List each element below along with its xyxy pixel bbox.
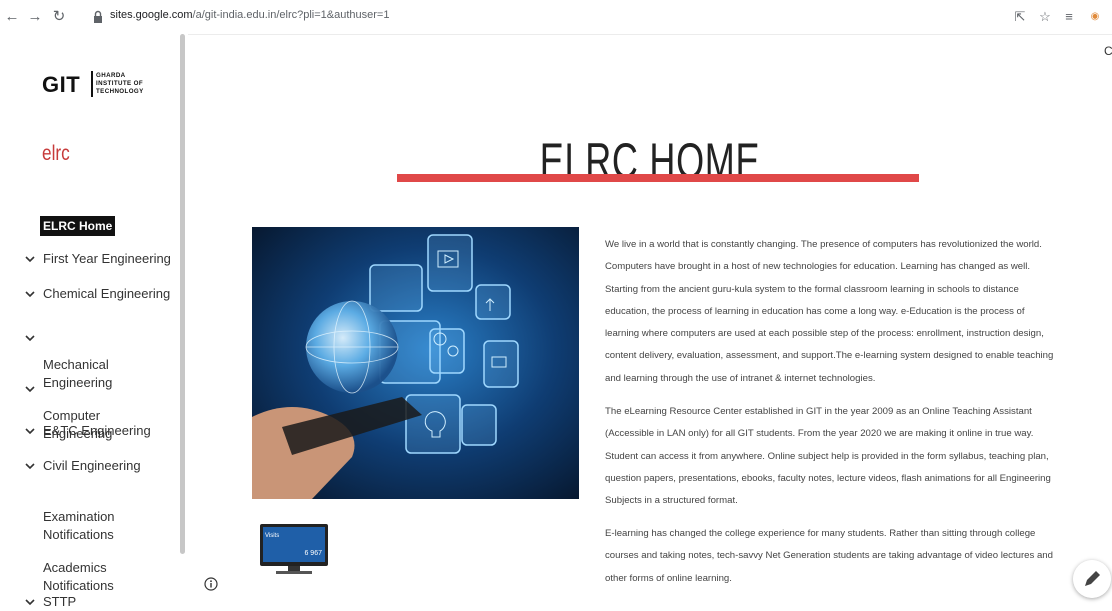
chevron-down-icon[interactable] bbox=[24, 460, 36, 472]
nav-item-label: E&TC Engineering bbox=[43, 423, 151, 438]
nav-item-label: Examination Notifications bbox=[43, 509, 115, 542]
git-logo[interactable]: GIT GHARDA INSTITUTE OF TECHNOLOGY bbox=[40, 70, 148, 100]
visit-counter-count: 6 967 bbox=[304, 550, 322, 557]
nav-item-academics-notifications[interactable]: Academics Notifications bbox=[0, 541, 180, 593]
logo-short: GIT bbox=[42, 72, 81, 97]
back-icon[interactable]: ← bbox=[2, 7, 22, 27]
reading-list-icon[interactable]: ≡ bbox=[1060, 8, 1078, 26]
elearning-paragraph: E-learning has changed the college exper… bbox=[605, 528, 1053, 584]
star-icon[interactable]: ☆ bbox=[1036, 8, 1054, 26]
nav-item-label: First Year Engineering bbox=[43, 251, 171, 266]
address-bar[interactable]: sites.google.com/a/git-india.edu.in/elrc… bbox=[110, 9, 389, 21]
nav-item-label: Chemical Engineering bbox=[43, 286, 171, 301]
nav-item-examination-notifications[interactable]: Examination Notifications bbox=[0, 490, 180, 542]
site-name[interactable]: elrc bbox=[42, 142, 70, 166]
chevron-down-icon[interactable] bbox=[24, 596, 36, 608]
chevron-down-icon[interactable] bbox=[24, 253, 36, 265]
nav-item-label: STTP bbox=[43, 594, 77, 609]
title-underline bbox=[397, 174, 919, 182]
elrc-paragraph: The eLearning Resource Center establishe… bbox=[605, 406, 1051, 507]
main-content: ELRC HOME Visits 6 967 We live in a worl… bbox=[188, 34, 1112, 607]
logo-full-name: GHARDA INSTITUTE OF TECHNOLOGY bbox=[96, 72, 144, 95]
nav-item-label: Civil Engineering bbox=[43, 458, 141, 473]
intro-paragraph: We live in a world that is constantly ch… bbox=[605, 239, 1054, 384]
forward-icon[interactable]: → bbox=[25, 7, 45, 27]
nav-item-label: ELRC Home bbox=[40, 216, 116, 236]
chevron-down-icon[interactable] bbox=[24, 425, 36, 437]
nav-item-label: Academics Notifications bbox=[43, 560, 114, 593]
edit-button[interactable] bbox=[1073, 560, 1111, 598]
reload-icon[interactable]: ↻ bbox=[49, 7, 69, 27]
visit-counter-label: Visits bbox=[265, 533, 279, 539]
corner-text: C bbox=[1104, 44, 1112, 58]
logo-divider bbox=[91, 71, 93, 97]
chevron-down-icon[interactable] bbox=[24, 332, 36, 344]
sidebar: GIT GHARDA INSTITUTE OF TECHNOLOGY elrc … bbox=[0, 34, 188, 609]
hero-image bbox=[252, 227, 579, 499]
chevron-down-icon[interactable] bbox=[24, 383, 36, 395]
chevron-down-icon[interactable] bbox=[24, 288, 36, 300]
nav-item-computer[interactable]: Computer Engineering bbox=[0, 371, 180, 441]
nav-item-mechanical[interactable]: Mechanical Engineering bbox=[0, 320, 180, 390]
url-domain: sites.google.com bbox=[110, 9, 193, 21]
browser-toolbar: ← → ↻ sites.google.com/a/git-india.edu.i… bbox=[0, 0, 1112, 35]
nav-item-elrc-home[interactable]: ELRC Home bbox=[0, 216, 180, 236]
share-icon[interactable]: ⇱ bbox=[1011, 8, 1029, 26]
lock-icon bbox=[94, 10, 102, 23]
sidebar-scrollbar[interactable] bbox=[180, 34, 185, 554]
url-path: /a/git-india.edu.in/elrc?pli=1&authuser=… bbox=[192, 9, 390, 21]
profile-icon[interactable]: ◉ bbox=[1086, 8, 1104, 26]
visit-counter: Visits 6 967 bbox=[260, 524, 328, 574]
